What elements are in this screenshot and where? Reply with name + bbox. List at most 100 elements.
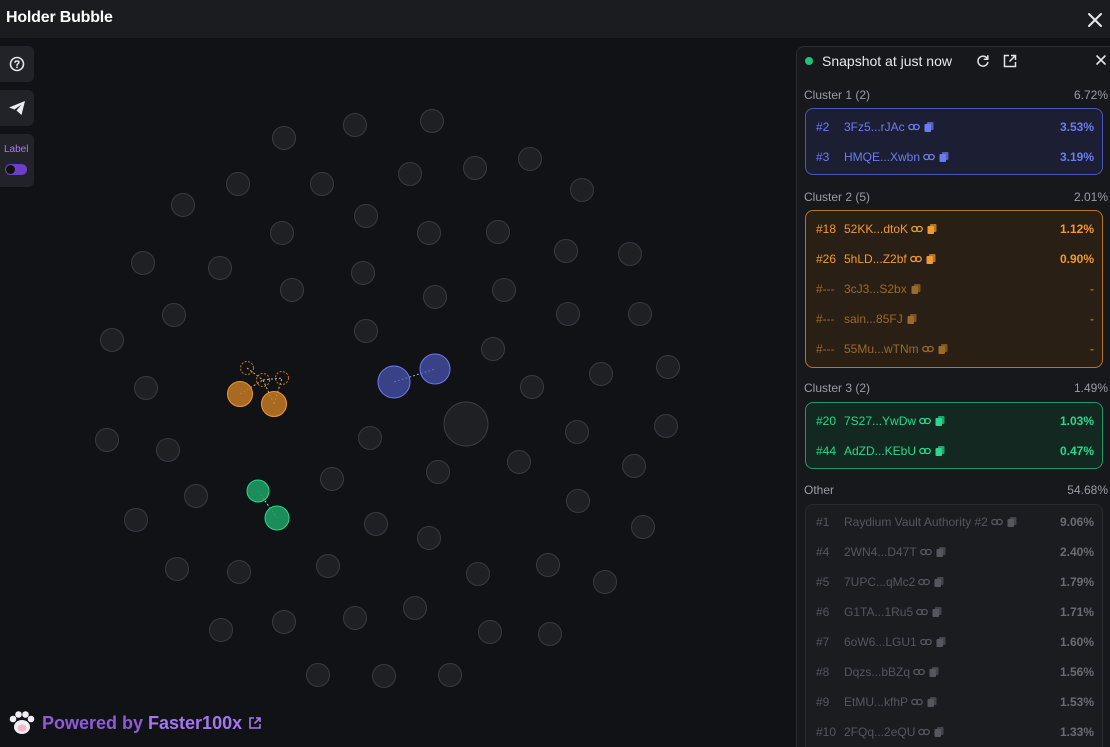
- link-icon[interactable]: [919, 636, 932, 648]
- link-icon[interactable]: [919, 546, 932, 558]
- holder-bubble[interactable]: [554, 239, 578, 263]
- copy-icon[interactable]: [931, 606, 943, 618]
- holder-bubble[interactable]: [226, 172, 250, 196]
- powered-by[interactable]: Powered by Faster100x: [8, 710, 262, 736]
- copy-icon[interactable]: [937, 343, 949, 355]
- cluster-1-bubble[interactable]: [377, 365, 411, 399]
- holder-bubble[interactable]: [316, 554, 340, 578]
- copy-icon[interactable]: [925, 253, 937, 265]
- refresh-icon[interactable]: [975, 53, 991, 69]
- holder-address[interactable]: 2WN4...D47T: [844, 545, 917, 559]
- holder-bubble[interactable]: [463, 156, 487, 180]
- holder-row[interactable]: #4 2WN4...D47T 2.40%: [806, 537, 1102, 567]
- holder-row[interactable]: #44 AdZD...KEbU 0.47%: [806, 436, 1102, 466]
- cluster-1-bubble[interactable]: [419, 353, 451, 385]
- holder-bubble[interactable]: [556, 302, 580, 326]
- holder-address[interactable]: AdZD...KEbU: [844, 444, 916, 458]
- brand-name[interactable]: Faster100x: [148, 713, 242, 734]
- holder-bubble[interactable]: [565, 420, 589, 444]
- holder-row[interactable]: #3 HMQE...Xwbn 3.19%: [806, 142, 1102, 172]
- external-link-icon[interactable]: [248, 716, 262, 730]
- holder-bubble[interactable]: [208, 256, 232, 280]
- holder-bubble[interactable]: [351, 261, 375, 285]
- copy-icon[interactable]: [935, 636, 947, 648]
- holder-bubble[interactable]: [171, 193, 195, 217]
- holder-bubble[interactable]: [618, 242, 642, 266]
- holder-bubble[interactable]: [156, 438, 180, 462]
- holder-bubble[interactable]: [656, 355, 680, 379]
- holder-bubble[interactable]: [343, 113, 367, 137]
- close-icon[interactable]: [1084, 9, 1106, 31]
- holder-address[interactable]: sain...85FJ: [844, 312, 903, 326]
- link-icon[interactable]: [991, 516, 1003, 528]
- link-icon[interactable]: [921, 343, 934, 355]
- label-switch[interactable]: [5, 164, 27, 175]
- holder-bubble[interactable]: [481, 337, 505, 361]
- holder-bubble[interactable]: [520, 375, 544, 399]
- holder-bubble[interactable]: [272, 126, 296, 150]
- holder-bubble[interactable]: [398, 162, 422, 186]
- copy-icon[interactable]: [933, 576, 945, 588]
- holder-address[interactable]: EtMU...kfhP: [844, 695, 908, 709]
- holder-bubble[interactable]: [124, 508, 148, 532]
- holder-bubble[interactable]: [343, 606, 367, 630]
- link-icon[interactable]: [911, 223, 923, 235]
- link-icon[interactable]: [911, 696, 923, 708]
- link-icon[interactable]: [918, 726, 931, 738]
- link-icon[interactable]: [919, 445, 931, 457]
- holder-bubble[interactable]: [358, 426, 382, 450]
- holder-row[interactable]: #--- sain...85FJ -: [806, 304, 1102, 334]
- holder-bubble[interactable]: [227, 560, 251, 584]
- holder-bubble[interactable]: [417, 221, 441, 245]
- holder-address[interactable]: 6oW6...LGU1: [844, 635, 917, 649]
- holder-bubble[interactable]: [165, 557, 189, 581]
- copy-icon[interactable]: [926, 696, 938, 708]
- copy-icon[interactable]: [933, 726, 945, 738]
- bubble-map-svg[interactable]: [0, 38, 796, 747]
- copy-icon[interactable]: [906, 313, 918, 325]
- copy-icon[interactable]: [938, 151, 950, 163]
- holder-address[interactable]: Raydium Vault Authority #2: [844, 515, 988, 529]
- copy-icon[interactable]: [934, 445, 946, 457]
- holder-bubble[interactable]: [162, 303, 186, 327]
- holder-address[interactable]: Dqzs...bBZq: [844, 665, 910, 679]
- holder-bubble[interactable]: [538, 622, 562, 646]
- holder-bubble[interactable]: [566, 489, 590, 513]
- holder-bubble[interactable]: [134, 376, 158, 400]
- holder-bubble[interactable]: [486, 220, 510, 244]
- holder-bubble[interactable]: [420, 109, 444, 133]
- holder-bubble[interactable]: [423, 285, 447, 309]
- link-icon[interactable]: [918, 576, 931, 588]
- holder-bubble[interactable]: [654, 414, 678, 438]
- copy-icon[interactable]: [1006, 516, 1018, 528]
- holder-row[interactable]: #1 Raydium Vault Authority #2 9.06%: [806, 507, 1102, 537]
- open-external-icon[interactable]: [1002, 53, 1018, 69]
- holder-row[interactable]: #--- 3cJ3...S2bx -: [806, 274, 1102, 304]
- holder-bubble[interactable]: [280, 278, 304, 302]
- holder-bubble[interactable]: [95, 428, 119, 452]
- holder-row[interactable]: #--- 55Mu...wTNm -: [806, 334, 1102, 364]
- copy-icon[interactable]: [923, 121, 935, 133]
- telegram-button[interactable]: [0, 90, 34, 126]
- holder-bubble[interactable]: [593, 570, 617, 594]
- link-icon[interactable]: [919, 415, 931, 427]
- cluster-2-bubble[interactable]: [227, 381, 253, 407]
- holder-address[interactable]: 55Mu...wTNm: [844, 342, 919, 356]
- holder-row[interactable]: #2 3Fz5...rJAc 3.53%: [806, 112, 1102, 142]
- link-icon[interactable]: [923, 151, 935, 163]
- holder-address[interactable]: 7UPC...qMc2: [844, 575, 915, 589]
- holder-bubble[interactable]: [622, 454, 646, 478]
- holder-bubble[interactable]: [417, 526, 441, 550]
- holder-bubble[interactable]: [589, 362, 613, 386]
- holder-bubble[interactable]: [306, 663, 330, 687]
- holder-bubble[interactable]: [354, 204, 378, 228]
- copy-icon[interactable]: [934, 415, 946, 427]
- link-icon[interactable]: [913, 666, 925, 678]
- holder-bubble[interactable]: [364, 512, 388, 536]
- holder-bubble[interactable]: [426, 460, 450, 484]
- holder-row[interactable]: #8 Dqzs...bBZq 1.56%: [806, 657, 1102, 687]
- holder-bubble[interactable]: [372, 664, 396, 688]
- cluster-3-bubble[interactable]: [246, 479, 270, 503]
- link-icon[interactable]: [916, 606, 928, 618]
- holder-bubble-large[interactable]: [443, 401, 489, 447]
